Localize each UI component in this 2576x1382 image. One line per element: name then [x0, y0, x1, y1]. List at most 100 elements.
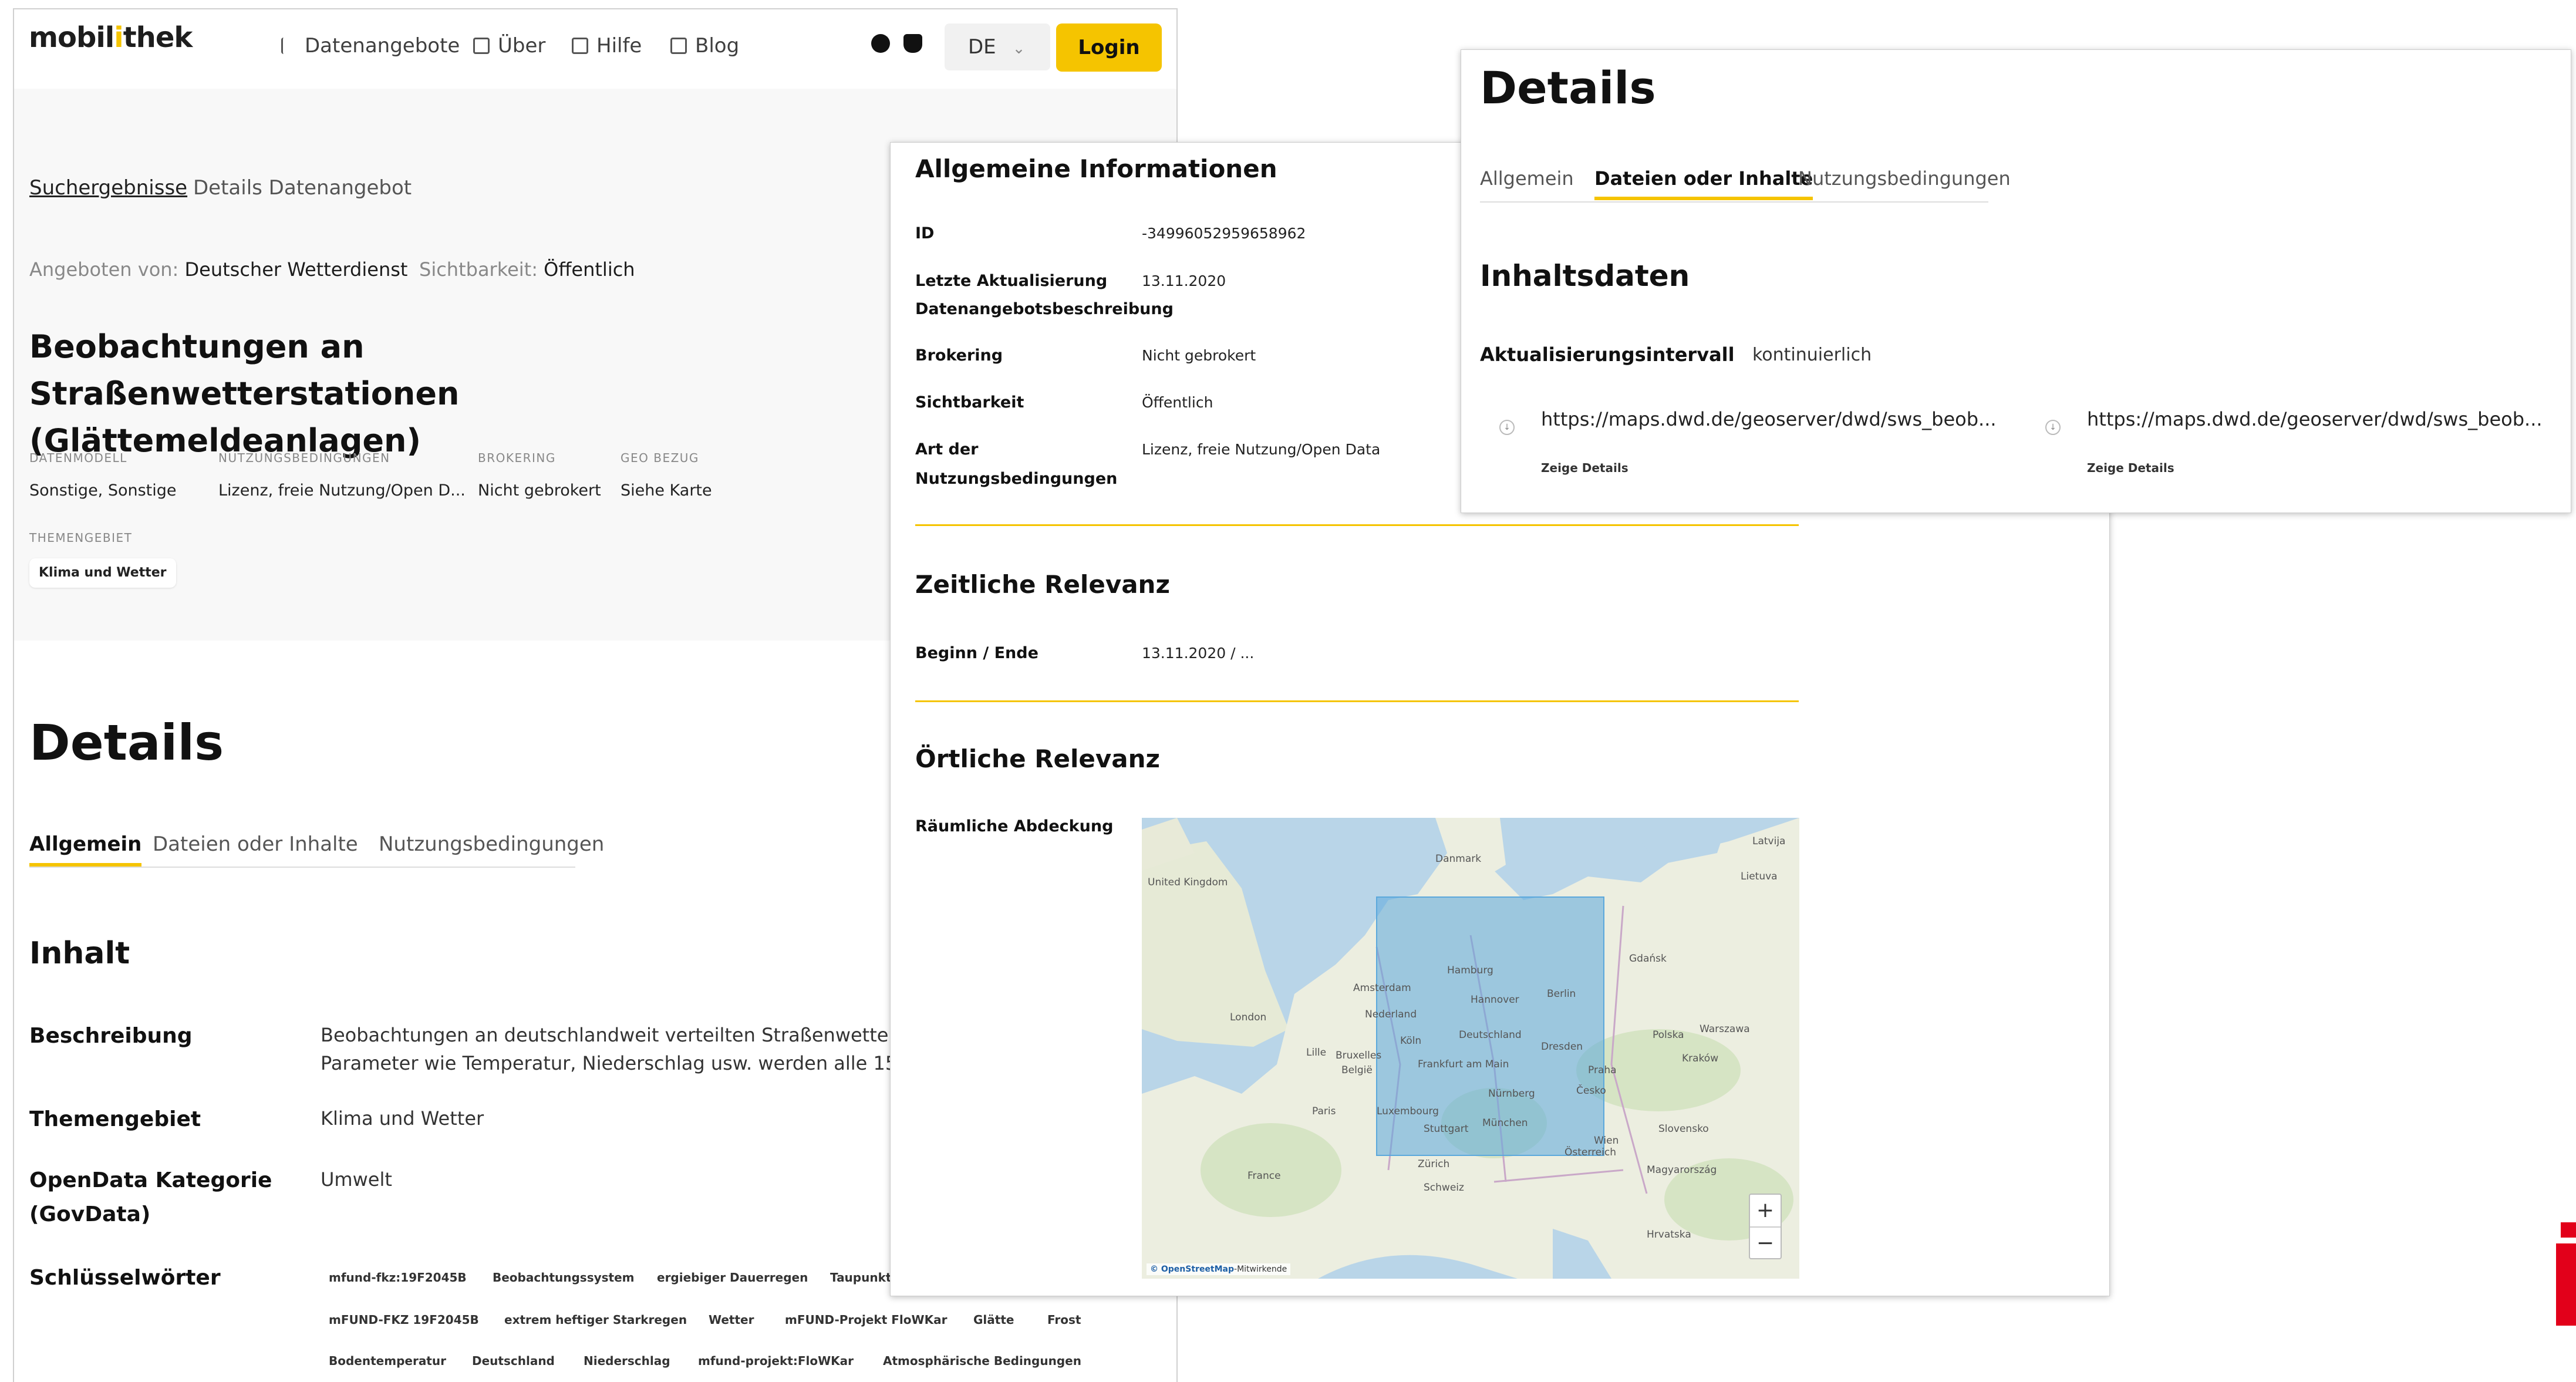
keyword-chip[interactable]: ergiebiger Dauerregen [657, 1270, 808, 1285]
coverage-map[interactable]: Danmark Deutschland Hamburg Berlin Polsk… [1142, 818, 1799, 1279]
map-label: Stuttgart [1424, 1123, 1469, 1135]
opendata-value: Umwelt [321, 1168, 392, 1191]
nav-ueber[interactable]: Über [473, 34, 545, 58]
accessibility-icon[interactable] [871, 34, 890, 53]
download-icon: ↓ [1499, 420, 1515, 435]
page-title: Beobachtungen an Straßenwetterstationen(… [29, 328, 460, 459]
content-heading: Inhalt [29, 936, 130, 971]
show-details-link[interactable]: Zeige Details [1541, 461, 1628, 475]
zoom-in-button[interactable]: + [1750, 1195, 1781, 1226]
keyword-chip[interactable]: mfund-fkz:19F2045B [329, 1270, 467, 1285]
keyword-chip[interactable]: Glätte [973, 1313, 1014, 1327]
map-label: Wien [1594, 1135, 1619, 1147]
tab-dateien[interactable]: Dateien oder Inhalte [1594, 167, 1813, 200]
nav-blog[interactable]: Blog [670, 34, 739, 58]
map-label: Nürnberg [1488, 1088, 1535, 1100]
nav-hilfe[interactable]: Hilfe [572, 34, 642, 58]
fact-value: Siehe Karte [621, 481, 712, 500]
keyword-chip[interactable]: mFUND-Projekt FloWKar [785, 1313, 947, 1327]
map-label: Deutschland [1459, 1029, 1522, 1041]
tab-allgemein[interactable]: Allgemein [1480, 167, 1574, 190]
files-tabs: Allgemein Dateien oder Inhalte Nutzungsb… [1480, 167, 2011, 203]
map-label: Schweiz [1424, 1182, 1464, 1194]
map-label: Berlin [1547, 988, 1576, 1000]
map-label: Polska [1653, 1029, 1684, 1041]
language-select[interactable]: DE ⌄ [945, 23, 1050, 70]
content-data-heading: Inhaltsdaten [1480, 259, 1690, 293]
map-label: United Kingdom [1148, 877, 1228, 888]
files-details-heading: Details [1480, 62, 1656, 114]
keyword-chip[interactable]: extrem heftiger Starkregen [504, 1313, 687, 1327]
map-label: France [1247, 1170, 1281, 1182]
top-navbar: mobilithek Datenangebote Über Hilfe Blog… [14, 9, 1176, 89]
map-label: Lille [1306, 1047, 1327, 1059]
tab-allgemein[interactable]: Allgemein [29, 832, 142, 867]
map-label: Lietuva [1741, 871, 1778, 882]
osm-link[interactable]: © OpenStreetMap [1150, 1265, 1234, 1274]
map-attribution: © OpenStreetMap-Mitwirkende [1147, 1263, 1291, 1275]
map-label: Köln [1400, 1035, 1422, 1047]
keyword-chip[interactable]: Bodentemperatur [329, 1354, 446, 1368]
file-link[interactable]: https://maps.dwd.de/geoserver/dwd/sws_be… [1541, 408, 1997, 430]
breadcrumb-current: Details Datenangebot [193, 176, 412, 200]
opendata-label: OpenData Kategorie (GovData) [29, 1168, 272, 1226]
map-label: Latvija [1752, 835, 1786, 847]
terms-value: Lizenz, freie Nutzung/Open Data [1142, 441, 1381, 458]
terms-label: Art der Nutzungsbedingungen [915, 440, 1118, 488]
interval-label: Aktualisierungsintervall [1480, 343, 1735, 366]
file-link[interactable]: https://maps.dwd.de/geoserver/dwd/sws_be… [2087, 408, 2543, 430]
description-label: Beschreibung [29, 1024, 193, 1048]
keyword-chip[interactable]: Deutschland [472, 1354, 555, 1368]
map-label: Magyarország [1647, 1164, 1717, 1176]
login-button[interactable]: Login [1056, 23, 1162, 72]
keyword-chip[interactable]: mfund-projekt:FloWKar [698, 1354, 854, 1368]
map-label: Warszawa [1700, 1023, 1750, 1035]
brand-mark [2556, 1243, 2576, 1326]
map-label: Dresden [1541, 1041, 1583, 1053]
keyword-chip[interactable]: mFUND-FKZ 19F2045B [329, 1313, 479, 1327]
brokering-label: Brokering [915, 346, 1003, 365]
map-label: Hrvatska [1647, 1229, 1691, 1241]
visibility-value: Öffentlich [1142, 394, 1213, 411]
keyword-chip[interactable]: Frost [1047, 1313, 1081, 1327]
map-label: Hannover [1471, 994, 1519, 1006]
map-label: Österreich [1565, 1147, 1616, 1158]
download-icon: ↓ [2045, 420, 2061, 435]
description-line: Beobachtungen an deutschlandweit verteil… [321, 1024, 949, 1046]
keyword-chip[interactable]: Niederschlag [584, 1354, 670, 1368]
files-panel: Details Allgemein Dateien oder Inhalte N… [1461, 49, 2571, 513]
tab-nutzungsbedingungen[interactable]: Nutzungsbedingungen [1798, 167, 2011, 190]
brokering-value: Nicht gebrokert [1142, 347, 1256, 364]
map-zoom-controls: + − [1749, 1194, 1782, 1259]
nav-datenangebote[interactable]: Datenangebote [281, 34, 460, 58]
time-value: 13.11.2020 / ... [1142, 645, 1255, 662]
coverage-label: Räumliche Abdeckung [915, 817, 1114, 835]
map-label: Amsterdam [1353, 982, 1411, 994]
tab-dateien[interactable]: Dateien oder Inhalte [153, 832, 358, 856]
map-label: Gdańsk [1629, 953, 1667, 965]
zoom-out-button[interactable]: − [1750, 1226, 1781, 1258]
breadcrumb-search-results[interactable]: Suchergebnisse [29, 176, 187, 200]
map-label: Danmark [1435, 853, 1482, 865]
details-heading: Details [29, 714, 224, 771]
fact-value: Sonstige, Sonstige [29, 481, 177, 500]
mobilithek-logo[interactable]: mobilithek [29, 21, 193, 54]
sign-language-icon[interactable] [903, 34, 922, 53]
keyword-chip[interactable]: Taupunkt [830, 1270, 891, 1285]
map-label: Luxembourg [1377, 1105, 1439, 1117]
keyword-chip[interactable]: Wetter [709, 1313, 754, 1327]
updated-label: Letzte Aktualisierung Datenangebotsbeschr… [915, 272, 1174, 318]
visibility: Sichtbarkeit: Öffentlich [419, 258, 635, 281]
keyword-chip[interactable]: Atmosphärische Bedingungen [883, 1354, 1081, 1368]
id-label: ID [915, 224, 935, 242]
tab-nutzungsbedingungen[interactable]: Nutzungsbedingungen [379, 832, 604, 856]
map-label: Zürich [1418, 1158, 1450, 1170]
description-line: Parameter wie Temperatur, Niederschlag u… [321, 1052, 937, 1074]
show-details-link[interactable]: Zeige Details [2087, 461, 2174, 475]
general-info-heading: Allgemeine Informationen [915, 154, 1277, 183]
map-label: Paris [1312, 1105, 1336, 1117]
topic-chip[interactable]: Klima und Wetter [29, 558, 176, 588]
keyword-chip[interactable]: Beobachtungssystem [493, 1270, 635, 1285]
list-icon [281, 38, 296, 54]
fact-label: Geo Bezug [621, 451, 699, 465]
